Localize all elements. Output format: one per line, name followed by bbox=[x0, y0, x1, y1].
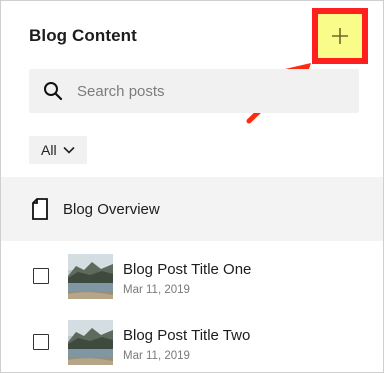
post-date: Mar 11, 2019 bbox=[123, 284, 190, 296]
page-icon bbox=[32, 198, 48, 220]
chevron-down-icon bbox=[62, 146, 75, 154]
post-row[interactable]: Blog Post Title One Mar 11, 2019 bbox=[1, 243, 383, 309]
post-checkbox[interactable] bbox=[33, 334, 49, 350]
filter-dropdown[interactable]: All bbox=[29, 136, 87, 164]
search-input[interactable] bbox=[75, 81, 339, 101]
post-thumbnail bbox=[68, 320, 113, 365]
search-bar[interactable] bbox=[29, 69, 359, 113]
plus-icon bbox=[332, 28, 348, 44]
post-title: Blog Post Title One bbox=[123, 261, 252, 278]
blog-overview-item[interactable]: Blog Overview bbox=[1, 177, 383, 241]
filter-label: All bbox=[41, 142, 57, 158]
post-checkbox[interactable] bbox=[33, 268, 49, 284]
blog-overview-label: Blog Overview bbox=[63, 200, 160, 218]
panel-title: Blog Content bbox=[29, 26, 137, 45]
search-icon bbox=[44, 82, 63, 101]
post-title: Blog Post Title Two bbox=[123, 327, 251, 344]
blog-content-panel: Blog Content All Blog Overview bbox=[0, 0, 384, 373]
annotation-highlight-box bbox=[312, 8, 368, 64]
post-thumbnail bbox=[68, 254, 113, 299]
post-row[interactable]: Blog Post Title Two Mar 11, 2019 bbox=[1, 309, 383, 372]
post-date: Mar 11, 2019 bbox=[123, 350, 190, 362]
add-post-button[interactable] bbox=[318, 14, 362, 58]
